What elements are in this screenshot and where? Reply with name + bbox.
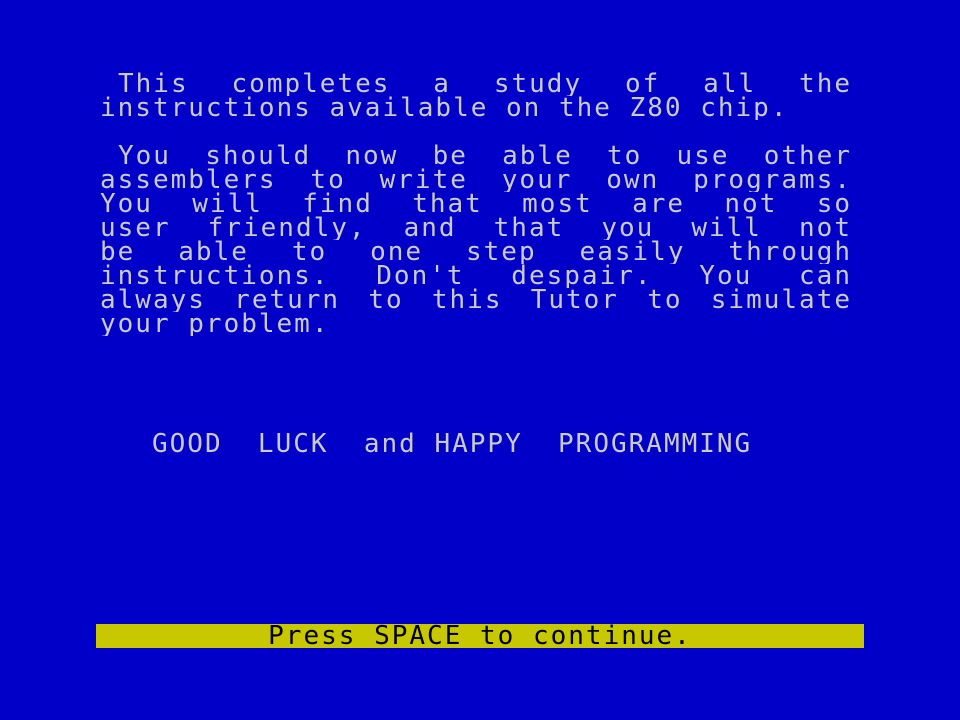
paragraph-2-line-4: user friendly, and that you will not bbox=[100, 216, 852, 240]
paragraph-2-line-3: You will find that most are not so bbox=[100, 192, 852, 216]
paragraph-2-line-5: be able to one step easily through bbox=[100, 240, 852, 264]
tutor-screen: This completes a study of all the instru… bbox=[0, 0, 960, 720]
continue-prompt-label: Press SPACE to continue. bbox=[268, 621, 692, 651]
paragraph-2-line-8: your problem. bbox=[100, 312, 330, 336]
paragraph-2-line-1: You should now be able to use other bbox=[118, 144, 852, 168]
closing-message: GOOD LUCK and HAPPY PROGRAMMING bbox=[152, 429, 753, 459]
paragraph-2-line-7: always return to this Tutor to simulate bbox=[100, 288, 852, 312]
paragraph-2-line-2: assemblers to write your own programs. bbox=[100, 168, 852, 192]
paragraph-2-line-6: instructions. Don't despair. You can bbox=[100, 264, 852, 288]
paragraph-1-line-2: instructions available on the Z80 chip. bbox=[100, 96, 789, 120]
paragraph-1-line-1: This completes a study of all the bbox=[118, 72, 852, 96]
continue-prompt-bar[interactable]: Press SPACE to continue. bbox=[96, 621, 864, 651]
